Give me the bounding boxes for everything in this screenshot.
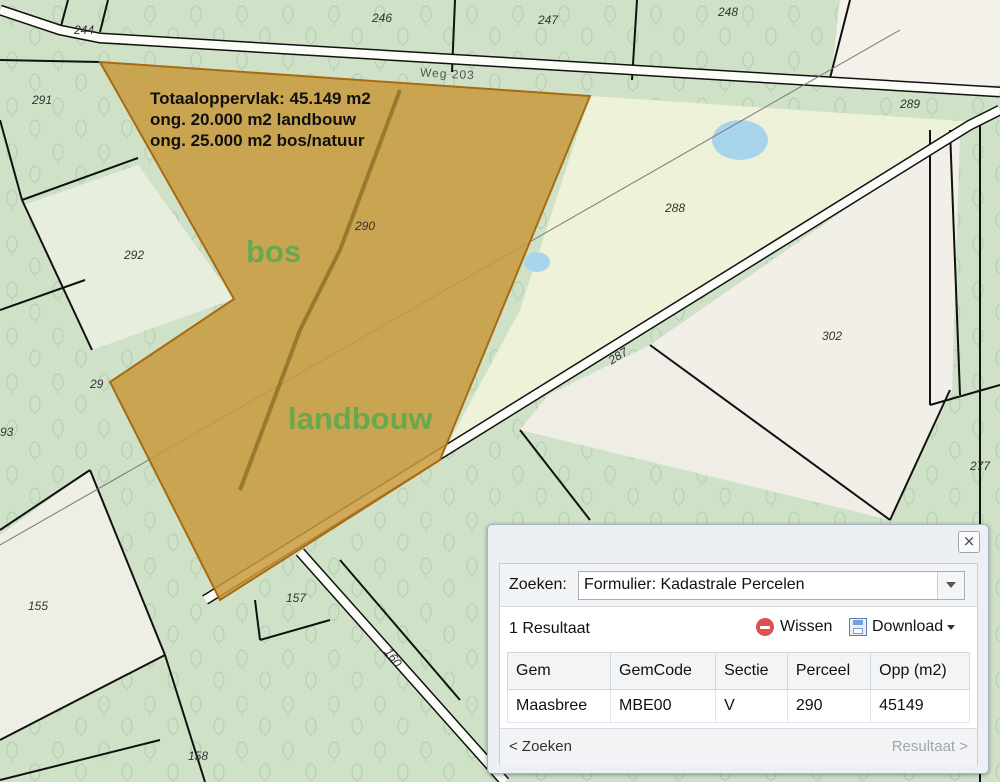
panel-footer: < Zoeken Resultaat > [500,728,977,765]
parcel-number: 248 [717,5,738,19]
parcel-number: 157 [286,591,307,605]
pond-small [524,252,550,272]
column-header-gemcode[interactable]: GemCode [609,652,717,690]
cell-perceel: 290 [786,689,872,723]
annotation-bos: ong. 25.000 m2 bos/natuur [150,131,365,150]
wissen-button[interactable]: Wissen [756,616,832,638]
remove-icon [756,618,774,636]
result-count: 1 Resultaat [509,620,590,637]
back-to-search-link[interactable]: < Zoeken [509,738,572,755]
caret-down-icon [947,624,956,630]
parcel-number: 302 [822,329,842,343]
road-label: Weg 203 [420,65,475,82]
table-row[interactable]: Maasbree MBE00 V 290 45149 [507,689,970,723]
area-label-bos: bos [246,234,302,269]
search-form-value: Formulier: Kadastrale Percelen [584,576,805,593]
table-header-row: Gem GemCode Sectie Perceel Opp (m2) [507,652,970,690]
chevron-down-icon[interactable] [937,572,964,599]
download-button[interactable]: Download [849,616,956,638]
wissen-label: Wissen [780,618,833,635]
area-annotation: Totaaloppervlak: 45.149 m2 ong. 20.000 m… [150,88,371,151]
parcel-number: 244 [73,23,94,37]
annotation-landbouw: ong. 20.000 m2 landbouw [150,110,356,129]
results-table: Gem GemCode Sectie Perceel Opp (m2) Maas… [507,652,970,723]
parcel-number: 158 [188,749,208,763]
column-header-perceel[interactable]: Perceel [786,652,872,690]
next-result-link[interactable]: Resultaat > [892,738,968,755]
search-label: Zoeken: [509,576,567,593]
parcel-number: 288 [664,201,685,215]
parcel-number: 247 [537,13,559,27]
cell-opp: 45149 [870,689,970,723]
parcel-number: 246 [371,11,392,25]
save-icon [849,618,867,636]
field-248 [830,0,1000,88]
panel-body: Zoeken: Formulier: Kadastrale Percelen 1… [499,563,978,765]
close-button[interactable]: × [958,531,980,553]
search-results-panel: × Zoeken: Formulier: Kadastrale Percelen… [487,524,989,774]
column-header-opp[interactable]: Opp (m2) [870,652,970,690]
search-form-select[interactable]: Formulier: Kadastrale Percelen [578,571,965,600]
column-header-sectie[interactable]: Sectie [715,652,788,690]
parcel-number: 291 [31,93,52,107]
parcel-number: 155 [28,599,48,613]
cell-sectie: V [715,689,788,723]
parcel-number: 292 [123,248,144,262]
search-row: Zoeken: Formulier: Kadastrale Percelen [500,564,977,607]
parcel-number: 289 [899,97,920,111]
parcel-number: 93 [0,425,14,439]
column-header-gem[interactable]: Gem [507,652,611,690]
cell-gemcode: MBE00 [609,689,717,723]
parcel-number: 290 [354,219,375,233]
pond [712,120,768,160]
parcel-number: 277 [969,459,991,473]
download-label: Download [872,618,944,635]
area-label-landbouw: landbouw [288,401,433,436]
parcel-number: 29 [89,377,104,391]
cell-gem: Maasbree [507,689,611,723]
annotation-total: Totaaloppervlak: 45.149 m2 [150,89,371,108]
results-toolbar: 1 Resultaat Wissen Download [500,607,977,647]
